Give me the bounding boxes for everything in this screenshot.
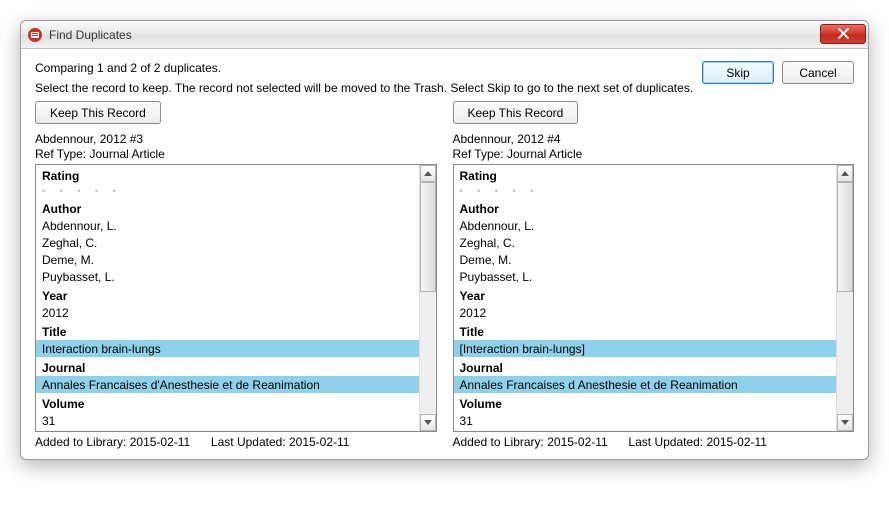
record-listbox-right: Rating • • • • • Author Abdennour, L. Ze… xyxy=(453,164,855,432)
close-button[interactable] xyxy=(820,24,866,44)
scroll-track[interactable] xyxy=(837,182,853,414)
record-reftype-right: Ref Type: Journal Article xyxy=(453,147,855,161)
author-label: Author xyxy=(36,200,419,217)
author-label: Author xyxy=(454,200,837,217)
year-label: Year xyxy=(454,287,837,304)
record-header-left: Abdennour, 2012 #3 xyxy=(35,132,437,146)
volume-label: Volume xyxy=(454,395,837,412)
journal-value-right: Annales Francaises d Anesthesie et de Re… xyxy=(454,376,837,393)
chevron-up-icon xyxy=(841,171,849,176)
added-label: Added to Library: xyxy=(453,435,544,449)
year-value-right: 2012 xyxy=(454,304,837,321)
scroll-up-button[interactable] xyxy=(837,165,853,182)
added-value-left: 2015-02-11 xyxy=(130,435,191,449)
rating-label: Rating xyxy=(454,167,837,184)
footer-left: Added to Library: 2015-02-11 Last Update… xyxy=(35,435,437,449)
scroll-up-button[interactable] xyxy=(420,165,436,182)
find-duplicates-window: Find Duplicates Comparing 1 and 2 of 2 d… xyxy=(20,20,869,460)
rating-value-left: • • • • • xyxy=(36,184,419,198)
status-text: Comparing 1 and 2 of 2 duplicates. xyxy=(35,61,702,75)
author-value: Puybasset, L. xyxy=(454,268,837,285)
scroll-down-button[interactable] xyxy=(420,414,436,431)
author-value: Puybasset, L. xyxy=(36,268,419,285)
author-value: Abdennour, L. xyxy=(454,217,837,234)
year-label: Year xyxy=(36,287,419,304)
volume-value-left: 31 xyxy=(36,412,419,429)
app-icon xyxy=(27,27,43,43)
record-listbox-left: Rating • • • • • Author Abdennour, L. Ze… xyxy=(35,164,437,432)
author-value: Zeghal, C. xyxy=(454,234,837,251)
author-value: Zeghal, C. xyxy=(36,234,419,251)
instruction-text: Select the record to keep. The record no… xyxy=(35,81,702,95)
titlebar[interactable]: Find Duplicates xyxy=(21,21,868,49)
volume-label: Volume xyxy=(36,395,419,412)
updated-label: Last Updated: xyxy=(628,435,703,449)
rating-label: Rating xyxy=(36,167,419,184)
dialog-content: Comparing 1 and 2 of 2 duplicates. Selec… xyxy=(21,49,868,459)
author-value: Deme, M. xyxy=(36,251,419,268)
title-label: Title xyxy=(36,323,419,340)
journal-label: Journal xyxy=(454,359,837,376)
scrollbar-right[interactable] xyxy=(836,165,853,431)
rating-value-right: • • • • • xyxy=(454,184,837,198)
pane-left: Keep This Record Abdennour, 2012 #3 Ref … xyxy=(35,101,437,449)
record-reftype-left: Ref Type: Journal Article xyxy=(35,147,437,161)
record-header-right: Abdennour, 2012 #4 xyxy=(453,132,855,146)
updated-value-right: 2015-02-11 xyxy=(706,435,767,449)
scroll-track[interactable] xyxy=(420,182,436,414)
updated-label: Last Updated: xyxy=(211,435,286,449)
author-value: Deme, M. xyxy=(454,251,837,268)
skip-button[interactable]: Skip xyxy=(702,61,774,84)
chevron-up-icon xyxy=(424,171,432,176)
scrollbar-left[interactable] xyxy=(419,165,436,431)
chevron-down-icon xyxy=(841,420,849,425)
chevron-down-icon xyxy=(424,420,432,425)
year-value-left: 2012 xyxy=(36,304,419,321)
footer-right: Added to Library: 2015-02-11 Last Update… xyxy=(453,435,855,449)
added-value-right: 2015-02-11 xyxy=(547,435,608,449)
updated-value-left: 2015-02-11 xyxy=(289,435,350,449)
added-label: Added to Library: xyxy=(35,435,126,449)
keep-record-right-button[interactable]: Keep This Record xyxy=(453,101,579,124)
journal-label: Journal xyxy=(36,359,419,376)
title-value-left: Interaction brain-lungs xyxy=(36,340,419,357)
title-value-right: [Interaction brain-lungs] xyxy=(454,340,837,357)
author-value: Abdennour, L. xyxy=(36,217,419,234)
scroll-down-button[interactable] xyxy=(837,414,853,431)
volume-value-right: 31 xyxy=(454,412,837,429)
scroll-thumb[interactable] xyxy=(420,182,436,292)
title-label: Title xyxy=(454,323,837,340)
window-title: Find Duplicates xyxy=(49,28,132,42)
pane-right: Keep This Record Abdennour, 2012 #4 Ref … xyxy=(453,101,855,449)
cancel-button[interactable]: Cancel xyxy=(782,61,854,84)
scroll-thumb[interactable] xyxy=(837,182,853,292)
keep-record-left-button[interactable]: Keep This Record xyxy=(35,101,161,124)
close-icon xyxy=(838,28,849,39)
journal-value-left: Annales Francaises d'Anesthesie et de Re… xyxy=(36,376,419,393)
